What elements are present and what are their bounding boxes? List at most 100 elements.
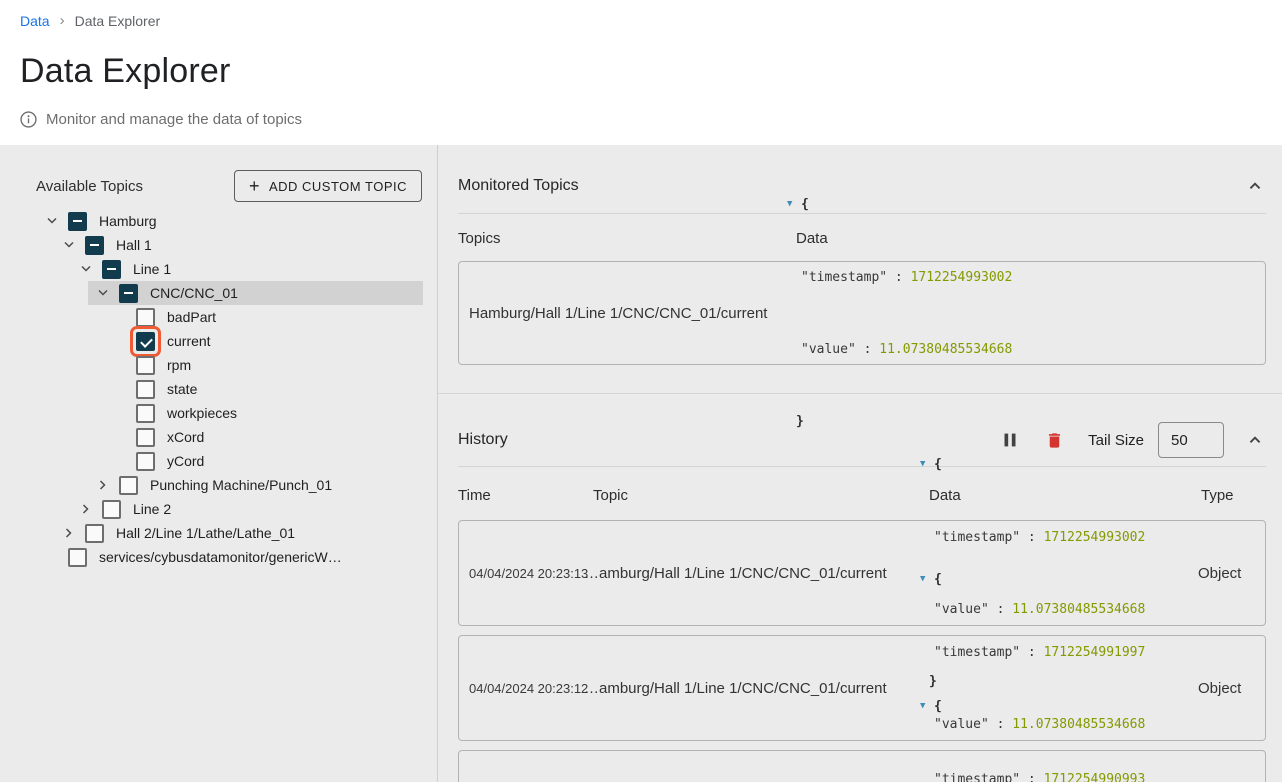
collapse-section-icon[interactable] — [1244, 429, 1266, 451]
tree-item-label: services/cybusdatamonitor/genericW… — [99, 549, 342, 565]
available-topics-title: Available Topics — [36, 178, 143, 195]
tree-item-hall-2-lathe[interactable]: Hall 2/Line 1/Lathe/Lathe_01 — [0, 521, 437, 545]
chevron-down-icon[interactable] — [46, 217, 68, 225]
json-open-brace: { — [934, 457, 942, 472]
checkbox-unchecked[interactable] — [119, 476, 138, 495]
column-header-time: Time — [458, 487, 593, 504]
add-custom-topic-label: ADD CUSTOM TOPIC — [269, 179, 407, 194]
monitored-topics-title: Monitored Topics — [458, 177, 579, 195]
json-value: 1712254993002 — [911, 270, 1013, 285]
monitored-topics-section: Monitored Topics Topics Data Hamburg/Hal… — [438, 145, 1282, 394]
json-collapse-icon[interactable]: ▼ — [787, 192, 798, 216]
tree-item-current[interactable]: current — [0, 329, 437, 353]
checkbox-unchecked[interactable] — [136, 356, 155, 375]
chevron-right-icon[interactable] — [97, 481, 119, 489]
json-open-brace: { — [934, 699, 942, 714]
tree-item-punching-machine[interactable]: Punching Machine/Punch_01 — [0, 473, 437, 497]
json-key: "timestamp" — [801, 270, 887, 285]
breadcrumb-link-data[interactable]: Data — [20, 13, 50, 29]
tree-item-rpm[interactable]: rpm — [0, 353, 437, 377]
history-type: Object — [1192, 565, 1241, 582]
monitored-topic-row: Hamburg/Hall 1/Line 1/CNC/CNC_01/current… — [458, 261, 1266, 365]
json-colon: : — [887, 270, 910, 285]
checkbox-unchecked[interactable] — [85, 524, 104, 543]
chevron-right-icon: › — [60, 12, 65, 29]
json-close-brace: } — [796, 414, 804, 429]
tree-item-label: yCord — [167, 453, 204, 469]
chevron-down-icon[interactable] — [97, 289, 119, 297]
tree-item-hamburg[interactable]: Hamburg — [0, 209, 437, 233]
tree-item-label: rpm — [167, 357, 191, 373]
checkbox-indeterminate[interactable] — [102, 260, 121, 279]
checkbox-indeterminate[interactable] — [119, 284, 138, 303]
tree-item-line-1[interactable]: Line 1 — [0, 257, 437, 281]
tree-item-services-datamonitor[interactable]: services/cybusdatamonitor/genericW… — [0, 545, 437, 569]
checkbox-unchecked[interactable] — [136, 404, 155, 423]
tree-item-ycord[interactable]: yCord — [0, 449, 437, 473]
json-open-brace: { — [801, 197, 809, 212]
history-row: ▼{ "timestamp" : 1712254990993 } — [458, 750, 1266, 782]
checkbox-unchecked[interactable] — [136, 380, 155, 399]
checkbox-unchecked[interactable] — [136, 428, 155, 447]
tree-item-workpieces[interactable]: workpieces — [0, 401, 437, 425]
json-open-brace: { — [934, 572, 942, 587]
right-panel: Monitored Topics Topics Data Hamburg/Hal… — [437, 145, 1282, 782]
collapse-section-icon[interactable] — [1244, 175, 1266, 197]
json-colon: : — [1020, 772, 1043, 782]
json-collapse-icon[interactable]: ▼ — [920, 567, 931, 591]
tree-item-label: Hall 2/Line 1/Lathe/Lathe_01 — [116, 525, 295, 541]
tree-item-label: badPart — [167, 309, 216, 325]
add-custom-topic-button[interactable]: + ADD CUSTOM TOPIC — [234, 170, 422, 202]
topic-tree: Hamburg Hall 1 Line 1 CNC/CNC_01 bad — [0, 209, 437, 569]
history-title: History — [458, 431, 508, 449]
json-collapse-icon[interactable]: ▼ — [920, 694, 931, 718]
tree-item-label: workpieces — [167, 405, 237, 421]
tree-item-xcord[interactable]: xCord — [0, 425, 437, 449]
history-topic: …amburg/Hall 1/Line 1/CNC/CNC_01/current — [584, 565, 920, 582]
history-time: 04/04/2024 20:23:13 — [459, 566, 584, 581]
available-topics-panel: Available Topics + ADD CUSTOM TOPIC Hamb… — [0, 145, 437, 782]
chevron-down-icon[interactable] — [63, 241, 85, 249]
checkbox-unchecked[interactable] — [136, 308, 155, 327]
breadcrumb-current: Data Explorer — [75, 13, 161, 29]
json-value: 1712254990993 — [1044, 772, 1146, 782]
breadcrumb: Data › Data Explorer — [20, 12, 1262, 29]
page-header: Data › Data Explorer Data Explorer Monit… — [0, 0, 1282, 145]
chevron-right-icon[interactable] — [63, 529, 85, 537]
page-title: Data Explorer — [20, 53, 1262, 89]
checkbox-checked[interactable] — [136, 332, 155, 351]
chevron-down-icon[interactable] — [80, 265, 102, 273]
json-key: "timestamp" — [934, 772, 1020, 782]
tree-item-label: CNC/CNC_01 — [150, 285, 238, 301]
plus-icon: + — [249, 177, 260, 195]
chevron-right-icon[interactable] — [80, 505, 102, 513]
tree-item-label: Punching Machine/Punch_01 — [150, 477, 332, 493]
json-colon: : — [856, 342, 879, 357]
column-header-type: Type — [1201, 487, 1234, 504]
history-type: Object — [1192, 680, 1241, 697]
checkbox-unchecked[interactable] — [102, 500, 121, 519]
history-time: 04/04/2024 20:23:12 — [459, 681, 584, 696]
json-key: "value" — [801, 342, 856, 357]
tree-item-label: xCord — [167, 429, 204, 445]
checkbox-unchecked[interactable] — [68, 548, 87, 567]
tree-item-line-2[interactable]: Line 2 — [0, 497, 437, 521]
tree-item-label: Hall 1 — [116, 237, 152, 253]
tree-item-state[interactable]: state — [0, 377, 437, 401]
checkbox-indeterminate[interactable] — [85, 236, 104, 255]
json-collapse-icon[interactable]: ▼ — [920, 452, 931, 476]
tree-item-hall-1[interactable]: Hall 1 — [0, 233, 437, 257]
tree-item-label: state — [167, 381, 197, 397]
column-header-topics: Topics — [458, 230, 796, 247]
info-icon — [20, 111, 37, 128]
monitored-topic-path: Hamburg/Hall 1/Line 1/CNC/CNC_01/current — [459, 305, 787, 322]
json-viewer: ▼{ "timestamp" : 1712254990993 } — [920, 647, 1192, 782]
checkbox-indeterminate[interactable] — [68, 212, 87, 231]
column-header-topic: Topic — [593, 487, 929, 504]
tree-item-label: Line 2 — [133, 501, 171, 517]
page-subtitle: Monitor and manage the data of topics — [46, 111, 302, 128]
tree-item-cnc-cnc-01[interactable]: CNC/CNC_01 — [88, 281, 423, 305]
checkbox-unchecked[interactable] — [136, 452, 155, 471]
tree-item-badpart[interactable]: badPart — [0, 305, 437, 329]
tree-item-label: Hamburg — [99, 213, 157, 229]
